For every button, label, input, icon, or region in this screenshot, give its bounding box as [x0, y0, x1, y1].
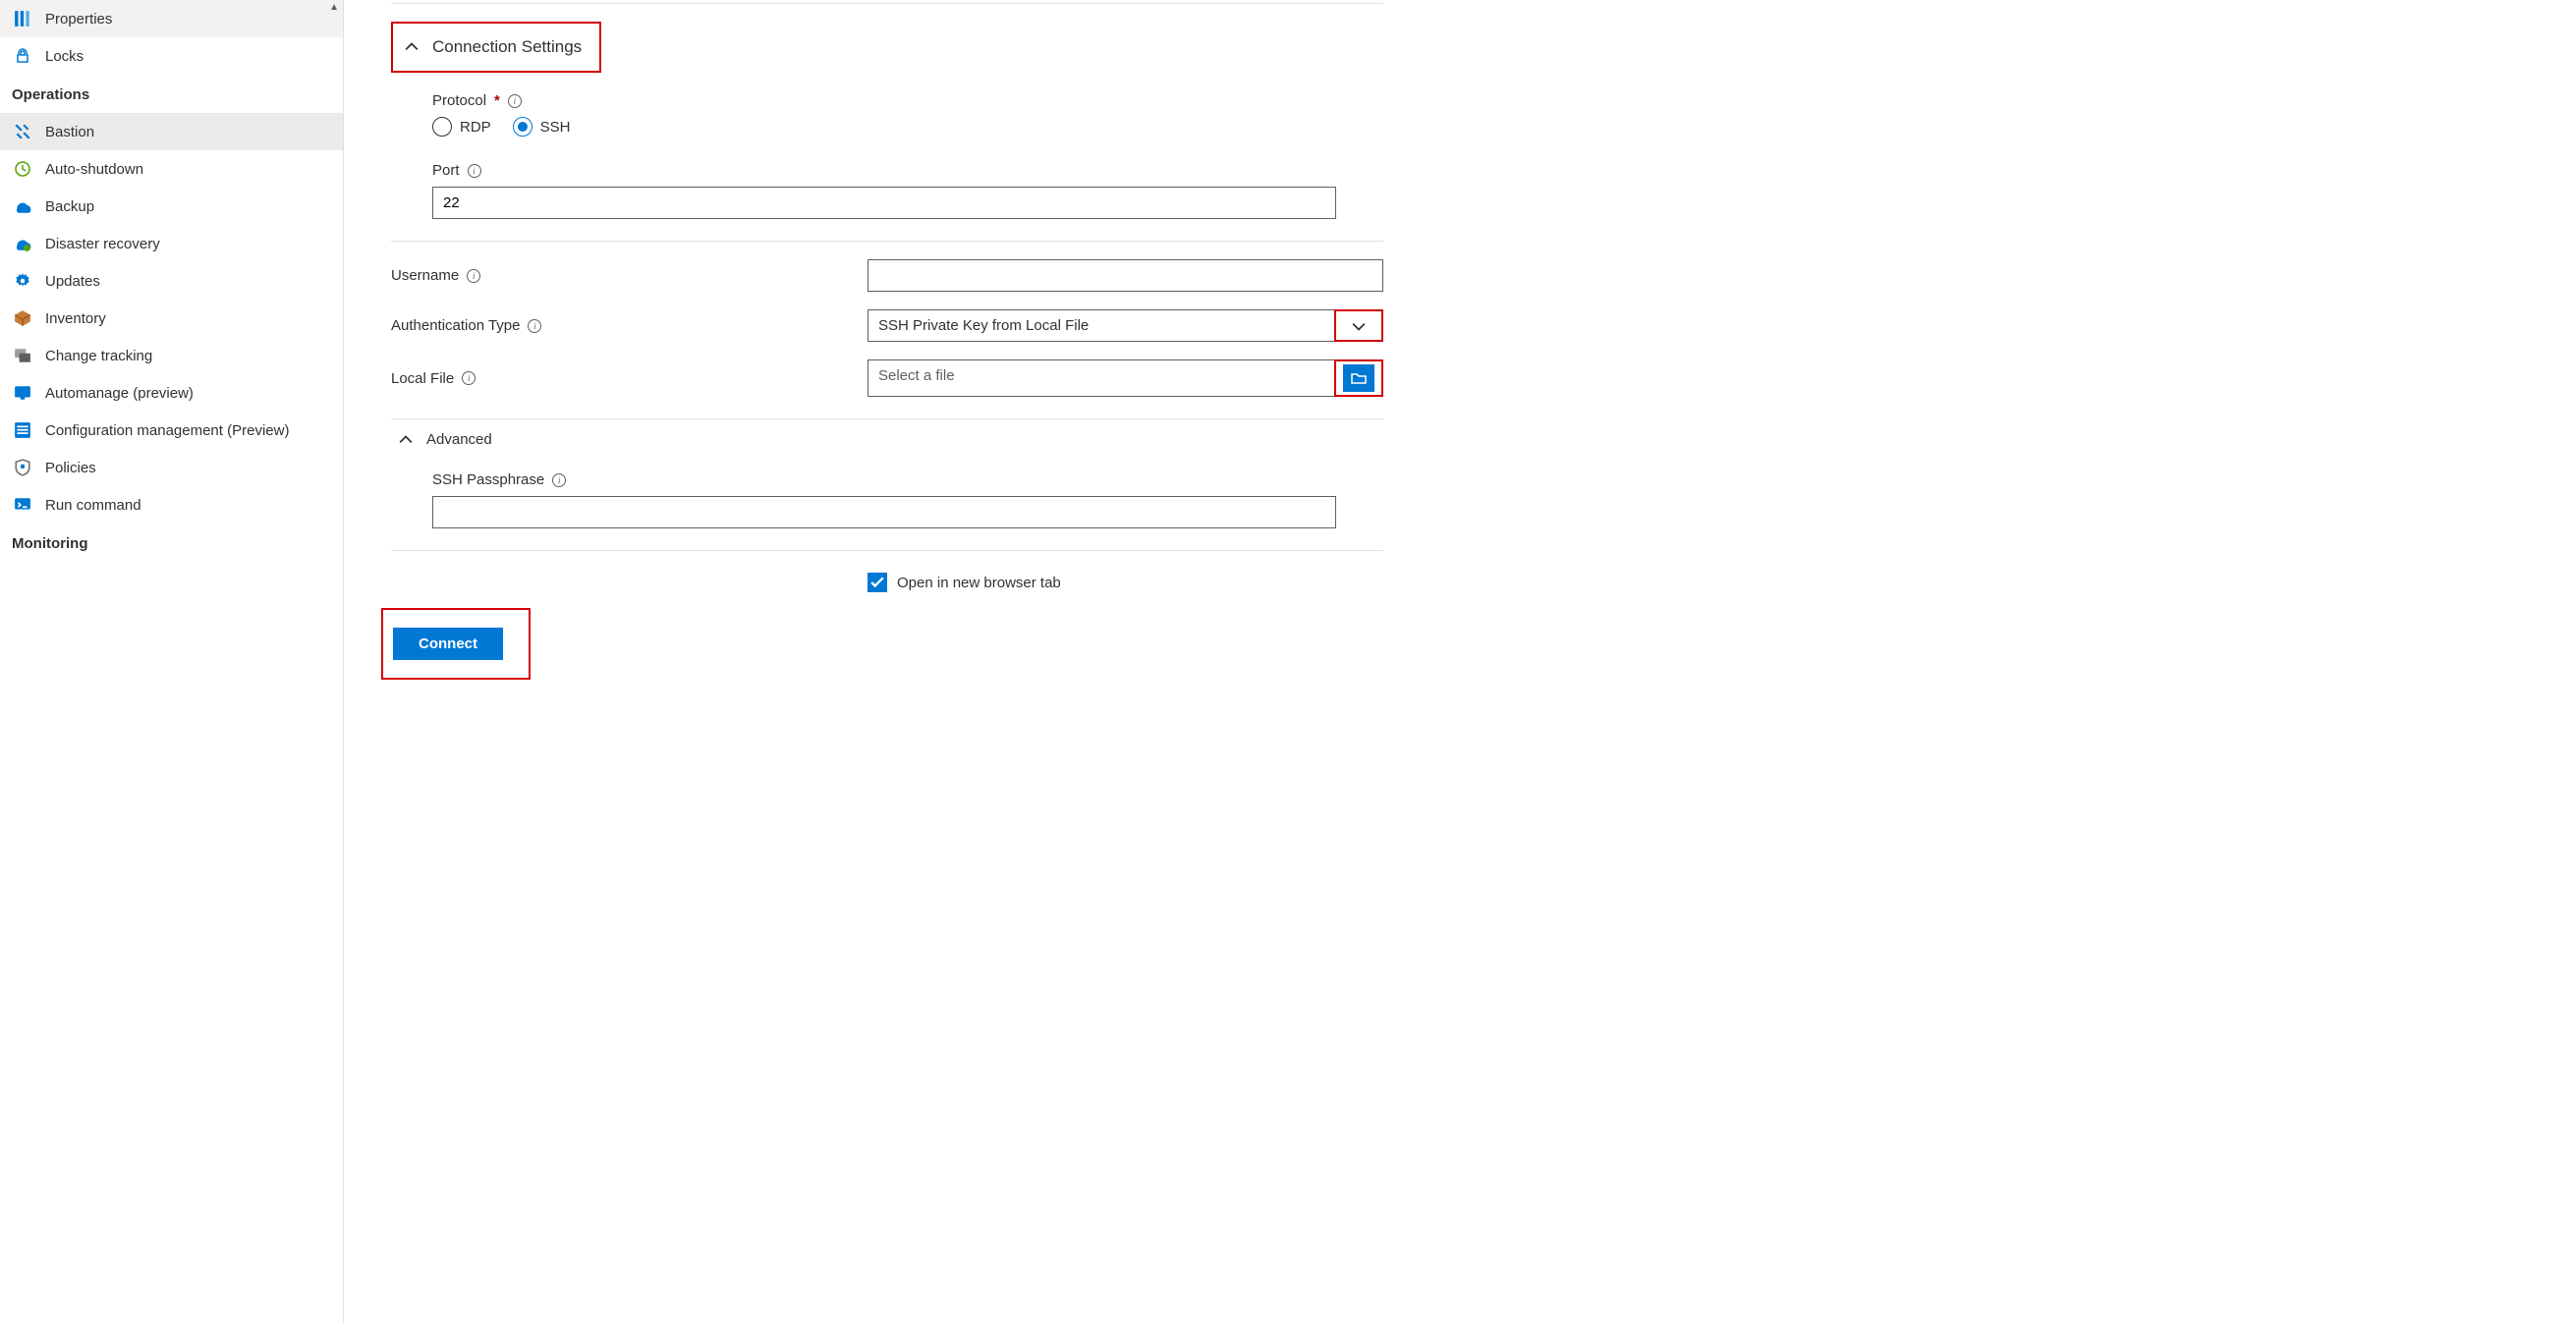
expander-title: Advanced	[426, 431, 492, 448]
connection-settings-body: Protocol * i RDP SSH Port i	[391, 92, 1383, 219]
username-row: Username i	[391, 259, 1383, 292]
main-content: Connection Settings Protocol * i RDP SSH…	[362, 0, 1423, 1323]
sidebar-item-policies[interactable]: Policies	[0, 449, 343, 486]
chevron-up-icon	[399, 433, 413, 447]
info-icon[interactable]: i	[508, 94, 522, 108]
auth-type-row: Authentication Type i SSH Private Key fr…	[391, 309, 1383, 342]
inventory-icon	[14, 309, 31, 327]
sidebar-item-label: Change tracking	[45, 348, 152, 364]
port-input[interactable]	[432, 187, 1336, 219]
sidebar-item-label: Policies	[45, 460, 96, 476]
info-icon[interactable]: i	[467, 269, 480, 283]
clock-icon	[14, 160, 31, 178]
sidebar-item-label: Inventory	[45, 310, 106, 327]
ssh-passphrase-input[interactable]	[432, 496, 1336, 528]
radio-checked-icon	[513, 117, 532, 137]
radio-label: SSH	[540, 119, 571, 136]
sidebar-item-label: Automanage (preview)	[45, 385, 194, 402]
radio-unchecked-icon	[432, 117, 452, 137]
sidebar: ▲ Properties Locks Operations Bastion Au…	[0, 0, 344, 1323]
sidebar-item-label: Properties	[45, 11, 112, 28]
divider	[391, 550, 1383, 551]
sidebar-item-label: Backup	[45, 198, 94, 215]
auth-type-select[interactable]: SSH Private Key from Local File	[868, 309, 1335, 342]
advanced-body: SSH Passphrase i	[391, 471, 1383, 528]
check-icon	[870, 576, 884, 589]
auth-type-dropdown-button[interactable]	[1334, 309, 1383, 342]
change-tracking-icon	[14, 347, 31, 364]
sidebar-item-run-command[interactable]: Run command	[0, 486, 343, 524]
sidebar-item-label: Locks	[45, 48, 84, 65]
info-icon[interactable]: i	[468, 164, 481, 178]
connect-highlight-box: Connect	[381, 608, 531, 680]
automanage-icon	[14, 384, 31, 402]
sidebar-item-inventory[interactable]: Inventory	[0, 300, 343, 337]
config-mgmt-icon	[14, 421, 31, 439]
open-new-tab-row: Open in new browser tab	[868, 573, 1383, 592]
scroll-up-indicator[interactable]: ▲	[329, 2, 339, 13]
port-label: Port i	[432, 162, 1383, 179]
bastion-icon	[14, 123, 31, 140]
sidebar-item-label: Bastion	[45, 124, 94, 140]
sidebar-section-monitoring: Monitoring	[0, 524, 343, 562]
sidebar-scrollbar[interactable]	[343, 295, 344, 579]
sidebar-item-label: Disaster recovery	[45, 236, 160, 252]
local-file-browse-button[interactable]	[1334, 359, 1383, 397]
backup-icon	[14, 197, 31, 215]
protocol-rdp-radio[interactable]: RDP	[432, 117, 491, 137]
gear-icon	[14, 272, 31, 290]
sidebar-item-config-mgmt[interactable]: Configuration management (Preview)	[0, 412, 343, 449]
info-icon[interactable]: i	[462, 371, 476, 385]
sidebar-item-automanage[interactable]: Automanage (preview)	[0, 374, 343, 412]
sidebar-item-properties[interactable]: Properties	[0, 0, 343, 37]
protocol-ssh-radio[interactable]: SSH	[513, 117, 571, 137]
open-new-tab-checkbox[interactable]	[868, 573, 887, 592]
sidebar-item-bastion[interactable]: Bastion	[0, 113, 343, 150]
info-icon[interactable]: i	[528, 319, 541, 333]
radio-label: RDP	[460, 119, 491, 136]
sidebar-item-label: Auto-shutdown	[45, 161, 143, 178]
advanced-expander[interactable]: Advanced	[391, 419, 1383, 456]
sidebar-item-disaster-recovery[interactable]: Disaster recovery	[0, 225, 343, 262]
lock-icon	[14, 47, 31, 65]
required-asterisk: *	[494, 92, 500, 109]
sidebar-item-locks[interactable]: Locks	[0, 37, 343, 75]
sidebar-section-operations: Operations	[0, 75, 343, 113]
sidebar-item-label: Configuration management (Preview)	[45, 422, 289, 439]
ssh-passphrase-label: SSH Passphrase i	[432, 471, 1383, 488]
local-file-label: Local File i	[391, 370, 868, 387]
connect-button[interactable]: Connect	[393, 628, 503, 660]
sidebar-item-change-tracking[interactable]: Change tracking	[0, 337, 343, 374]
sidebar-item-backup[interactable]: Backup	[0, 188, 343, 225]
expander-title: Connection Settings	[432, 37, 582, 57]
connection-settings-expander[interactable]: Connection Settings	[391, 22, 601, 73]
folder-icon	[1343, 364, 1374, 392]
properties-icon	[14, 10, 31, 28]
chevron-up-icon	[405, 40, 419, 54]
username-input[interactable]	[868, 259, 1383, 292]
protocol-label: Protocol * i	[432, 92, 1383, 109]
username-label: Username i	[391, 267, 868, 284]
divider	[391, 3, 1383, 4]
local-file-row: Local File i Select a file	[391, 359, 1383, 397]
checkbox-label: Open in new browser tab	[897, 575, 1061, 591]
sidebar-item-label: Run command	[45, 497, 141, 514]
sidebar-item-updates[interactable]: Updates	[0, 262, 343, 300]
protocol-radio-group: RDP SSH	[432, 117, 1383, 137]
sidebar-item-auto-shutdown[interactable]: Auto-shutdown	[0, 150, 343, 188]
local-file-input[interactable]: Select a file	[868, 359, 1335, 397]
chevron-down-icon	[1352, 319, 1366, 333]
policies-icon	[14, 459, 31, 476]
run-command-icon	[14, 496, 31, 514]
disaster-recovery-icon	[14, 235, 31, 252]
sidebar-item-label: Updates	[45, 273, 100, 290]
info-icon[interactable]: i	[552, 473, 566, 487]
auth-type-label: Authentication Type i	[391, 317, 868, 334]
divider	[391, 241, 1383, 242]
